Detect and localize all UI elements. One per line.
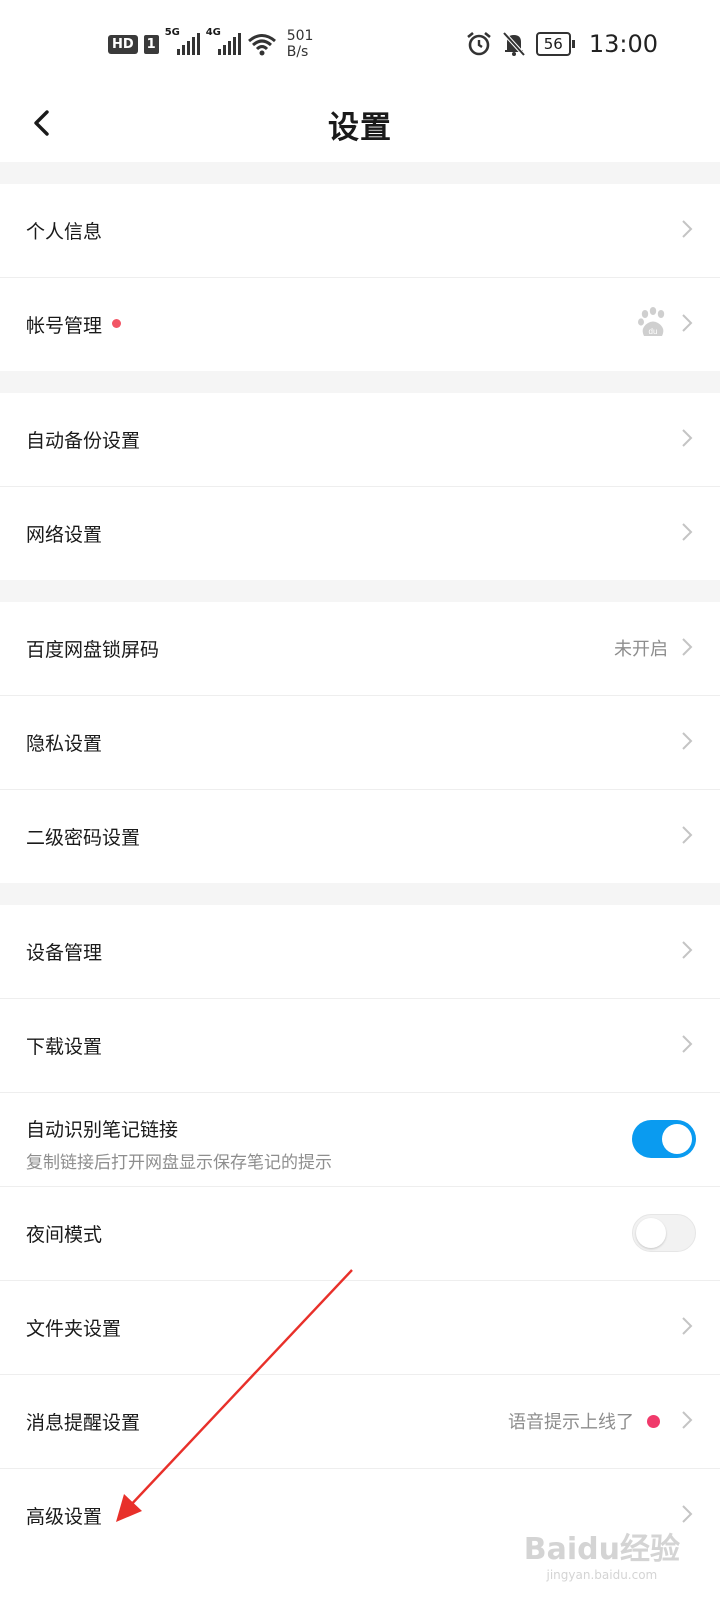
status-right: 56 13:00 bbox=[466, 30, 658, 58]
watermark-brand: Baidu经验 bbox=[523, 1532, 680, 1567]
page-title: 设置 bbox=[328, 110, 392, 146]
sim-icon: 1 bbox=[143, 34, 159, 54]
chevron-right-icon bbox=[682, 1505, 693, 1523]
settings-item-label: 帐号管理 bbox=[26, 311, 122, 338]
settings-item-lock-code[interactable]: 百度网盘锁屏码 未开启 bbox=[0, 602, 720, 696]
network-speed: 501 B/s bbox=[287, 28, 314, 60]
nav-bar: 设置 bbox=[0, 90, 720, 162]
chevron-right-icon bbox=[682, 638, 693, 656]
network-speed-unit: B/s bbox=[286, 44, 309, 60]
settings-item-download[interactable]: 下载设置 bbox=[0, 999, 720, 1093]
settings-item-auto-backup[interactable]: 自动备份设置 bbox=[0, 393, 720, 487]
signal-5g-icon: 5G bbox=[165, 27, 200, 55]
chevron-right-icon bbox=[682, 523, 693, 541]
settings-item-privacy[interactable]: 隐私设置 bbox=[0, 696, 720, 790]
note-link-toggle[interactable] bbox=[632, 1120, 696, 1158]
status-bar: HD 1 5G 4G 501 B/s 56 13:00 bbox=[0, 0, 720, 90]
svg-text:du: du bbox=[649, 327, 658, 336]
settings-item-label: 个人信息 bbox=[26, 221, 103, 243]
settings-item-label: 高级设置 bbox=[26, 1506, 103, 1528]
toggle-knob bbox=[636, 1218, 666, 1248]
settings-item-night-mode: 夜间模式 bbox=[0, 1187, 720, 1281]
message-hint: 语音提示上线了 bbox=[508, 1412, 634, 1433]
settings-item-label: 自动备份设置 bbox=[26, 430, 141, 452]
chevron-right-icon bbox=[682, 826, 693, 844]
chevron-right-icon bbox=[682, 1035, 693, 1053]
settings-item-label: 夜间模式 bbox=[26, 1224, 103, 1246]
account-manage-text: 帐号管理 bbox=[26, 315, 103, 337]
section-divider bbox=[0, 371, 720, 393]
chevron-right-icon bbox=[682, 732, 693, 750]
settings-item-label: 下载设置 bbox=[26, 1036, 103, 1058]
settings-item-second-password[interactable]: 二级密码设置 bbox=[0, 790, 720, 883]
hd-voice-icon: HD bbox=[108, 34, 138, 54]
settings-item-label: 百度网盘锁屏码 bbox=[26, 639, 160, 661]
settings-item-account-manage[interactable]: 帐号管理 du bbox=[0, 278, 720, 371]
settings-item-label: 设备管理 bbox=[26, 942, 103, 964]
chevron-right-icon bbox=[682, 1411, 693, 1429]
alarm-icon bbox=[466, 31, 491, 56]
settings-item-label: 文件夹设置 bbox=[26, 1318, 122, 1340]
night-mode-toggle[interactable] bbox=[632, 1214, 696, 1252]
wifi-icon bbox=[247, 34, 276, 56]
settings-item-label: 二级密码设置 bbox=[26, 827, 141, 849]
chevron-right-icon bbox=[682, 941, 693, 959]
signal-4g-label: 4G bbox=[205, 27, 221, 38]
watermark-url: jingyan.baidu.com bbox=[546, 1568, 658, 1582]
chevron-right-icon bbox=[682, 220, 693, 238]
signal-5g-label: 5G bbox=[164, 27, 180, 38]
settings-item-label: 自动识别笔记链接 bbox=[26, 1119, 179, 1141]
mute-bell-icon bbox=[502, 31, 526, 57]
baidu-paw-icon: du bbox=[638, 307, 665, 336]
settings-item-label: 隐私设置 bbox=[26, 733, 103, 755]
status-time: 13:00 bbox=[588, 30, 658, 58]
settings-item-network[interactable]: 网络设置 bbox=[0, 487, 720, 580]
lock-code-status: 未开启 bbox=[614, 639, 668, 660]
settings-item-device-manage[interactable]: 设备管理 bbox=[0, 905, 720, 999]
new-badge-dot bbox=[112, 319, 122, 328]
section-divider bbox=[0, 162, 720, 184]
baidu-jingyan-watermark: Baidu经验 jingyan.baidu.com bbox=[524, 1524, 680, 1582]
settings-item-folder[interactable]: 文件夹设置 bbox=[0, 1281, 720, 1375]
settings-item-message[interactable]: 消息提醒设置 语音提示上线了 bbox=[0, 1375, 720, 1469]
settings-item-personal-info[interactable]: 个人信息 bbox=[0, 184, 720, 278]
settings-item-description: 复制链接后打开网盘显示保存笔记的提示 bbox=[26, 1153, 332, 1173]
section-divider bbox=[0, 580, 720, 602]
toggle-knob bbox=[662, 1124, 692, 1154]
chevron-right-icon bbox=[682, 314, 693, 332]
section-divider bbox=[0, 883, 720, 905]
chevron-right-icon bbox=[682, 1317, 693, 1335]
battery-icon: 56 bbox=[535, 32, 575, 56]
settings-item-label: 消息提醒设置 bbox=[26, 1412, 141, 1434]
status-left: HD 1 5G 4G 501 B/s bbox=[108, 27, 314, 60]
network-speed-value: 501 bbox=[286, 28, 314, 44]
settings-item-note-link: 自动识别笔记链接 复制链接后打开网盘显示保存笔记的提示 bbox=[0, 1093, 720, 1187]
settings-item-label: 网络设置 bbox=[26, 524, 103, 546]
new-badge-dot bbox=[647, 1415, 660, 1428]
chevron-right-icon bbox=[682, 429, 693, 447]
signal-4g-icon: 4G bbox=[206, 27, 241, 55]
settings-list: 个人信息 帐号管理 du 自动备份设置 网络设置 百度网盘锁屏码 未开启 隐私设… bbox=[0, 162, 720, 1562]
